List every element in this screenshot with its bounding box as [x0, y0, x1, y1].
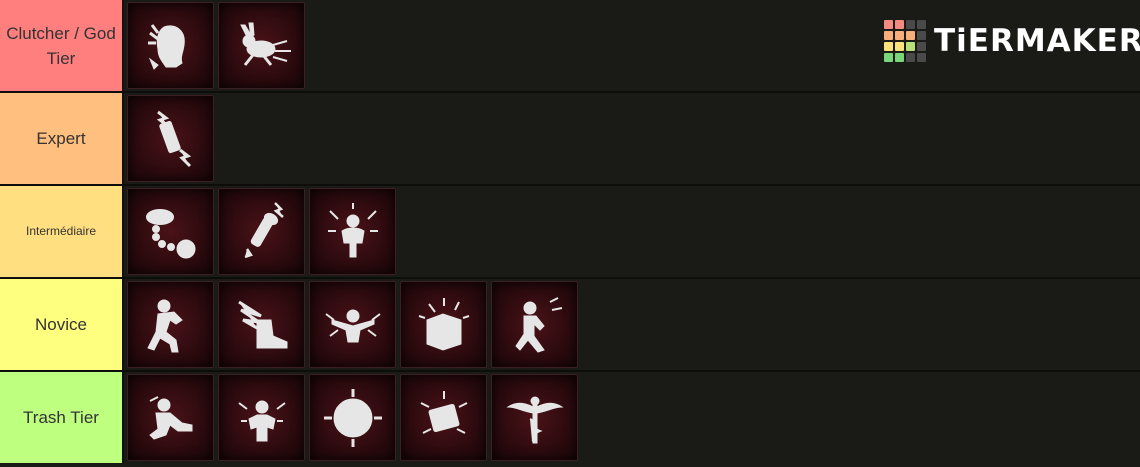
- logo-grid-square: [895, 42, 904, 51]
- medkit-icon[interactable]: [400, 374, 487, 461]
- tier-items-2: [124, 93, 1140, 184]
- tier-label-4[interactable]: Novice: [0, 279, 124, 370]
- logo-grid-square: [895, 20, 904, 29]
- ball-and-chain-icon[interactable]: [127, 188, 214, 275]
- crouching-figure-icon[interactable]: [127, 374, 214, 461]
- logo-grid-square: [906, 42, 915, 51]
- logo-grid-square: [906, 20, 915, 29]
- tiermaker-logo-grid-icon: [884, 20, 926, 62]
- pentagram-box-icon[interactable]: [400, 281, 487, 368]
- tier-label-1[interactable]: Clutcher / God Tier: [0, 0, 124, 91]
- syringe-lightning-icon[interactable]: [127, 95, 214, 182]
- logo-grid-square: [917, 53, 926, 62]
- tier-label-text: Novice: [35, 315, 87, 334]
- restrained-figure-icon[interactable]: [309, 281, 396, 368]
- tier-items-4: [124, 279, 1140, 370]
- running-figure-icon[interactable]: [127, 281, 214, 368]
- logo-grid-square: [917, 42, 926, 51]
- tier-list-board: Clutcher / God Tier Expert Intermédiaire…: [0, 0, 1140, 467]
- tier-items-5: [124, 372, 1140, 463]
- leaping-figure-icon[interactable]: [491, 281, 578, 368]
- sprinting-rabbit-icon[interactable]: [218, 2, 305, 89]
- tier-row-3: Intermédiaire: [0, 186, 1140, 277]
- tier-label-text: Clutcher / God Tier: [6, 23, 116, 68]
- logo-grid-square: [884, 31, 893, 40]
- tier-row-4: Novice: [0, 279, 1140, 370]
- tiermaker-logo-text: TiERMAKER: [934, 23, 1140, 59]
- logo-grid-square: [884, 53, 893, 62]
- tier-row-5: Trash Tier: [0, 372, 1140, 463]
- sun-box-icon[interactable]: [309, 374, 396, 461]
- tier-row-2: Expert: [0, 93, 1140, 184]
- tier-label-text: Trash Tier: [23, 408, 99, 427]
- flashlight-lightning-icon[interactable]: [218, 188, 305, 275]
- tier-label-2[interactable]: Expert: [0, 93, 124, 184]
- logo-grid-square: [917, 20, 926, 29]
- logo-grid-square: [884, 42, 893, 51]
- winged-shoe-icon[interactable]: [218, 281, 305, 368]
- tier-label-3[interactable]: Intermédiaire: [0, 186, 124, 277]
- tiermaker-logo[interactable]: TiERMAKER: [884, 20, 1140, 62]
- logo-grid-square: [917, 31, 926, 40]
- tier-label-5[interactable]: Trash Tier: [0, 372, 124, 463]
- glowing-figure-icon[interactable]: [309, 188, 396, 275]
- winged-caduceus-icon[interactable]: [491, 374, 578, 461]
- tier-items-3: [124, 186, 1140, 277]
- head-trauma-icon[interactable]: [127, 2, 214, 89]
- tier-label-text: Expert: [36, 129, 86, 148]
- logo-grid-square: [895, 31, 904, 40]
- logo-grid-square: [906, 31, 915, 40]
- logo-grid-square: [884, 20, 893, 29]
- logo-grid-square: [906, 53, 915, 62]
- praying-figure-icon[interactable]: [218, 374, 305, 461]
- tier-label-text: Intermédiaire: [25, 224, 97, 238]
- logo-grid-square: [895, 53, 904, 62]
